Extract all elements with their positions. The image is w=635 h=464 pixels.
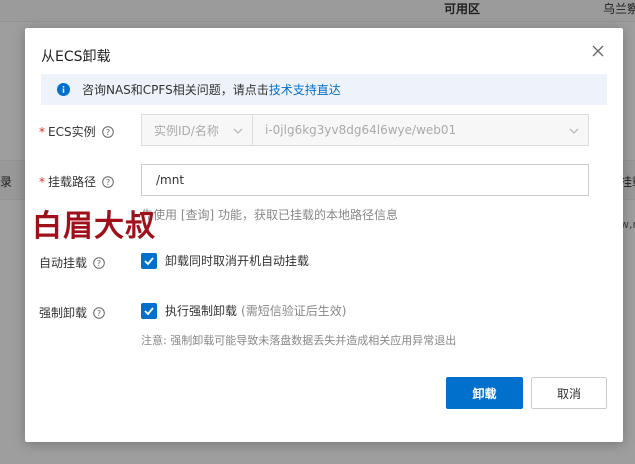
- check-icon: [144, 306, 154, 315]
- force-unmount-text: 执行强制卸载: [165, 304, 238, 318]
- mount-path-hint: 先使用 [查询] 功能，获取已挂载的本地路径信息: [141, 208, 398, 222]
- ecs-select-type[interactable]: 实例ID/名称: [141, 114, 253, 146]
- auto-unmount-option: 卸载同时取消开机自动挂载: [141, 252, 309, 269]
- svg-text:?: ?: [105, 128, 109, 137]
- force-unmount-note: (需短信验证后生效): [241, 304, 347, 318]
- help-icon[interactable]: ?: [93, 306, 105, 319]
- support-link[interactable]: 技术支持直达: [269, 81, 341, 98]
- notice-bar: 咨询NAS和CPFS相关问题，请点击 技术支持直达: [41, 74, 607, 105]
- check-icon: [144, 256, 154, 265]
- dialog-title: 从ECS卸载: [41, 49, 111, 65]
- force-unmount-checkbox[interactable]: [141, 302, 157, 319]
- watermark-text: 白眉大叔: [32, 209, 156, 244]
- force-unmount-option: 执行强制卸载 (需短信验证后生效): [141, 302, 346, 319]
- ecs-instance-label: * ECS实例 ?: [39, 123, 114, 140]
- auto-unmount-text: 卸载同时取消开机自动挂载: [165, 254, 310, 268]
- force-unmount-warning: 注意: 强制卸载可能导致未落盘数据丢失并造成相关应用异常退出: [141, 334, 457, 347]
- help-icon[interactable]: ?: [101, 125, 114, 138]
- ecs-instance-select[interactable]: i-0jlg6kg3yv8dg64l6wye/web01: [253, 114, 589, 146]
- auto-mount-label: 自动挂载 ?: [39, 254, 105, 271]
- force-unmount-label: 强制卸载 ?: [39, 304, 105, 321]
- mount-path-label: * 挂载路径 ?: [39, 173, 114, 190]
- cancel-button[interactable]: 取消: [531, 377, 607, 409]
- help-icon[interactable]: ?: [102, 175, 114, 188]
- close-icon[interactable]: [589, 42, 607, 60]
- auto-unmount-checkbox[interactable]: [141, 252, 157, 269]
- info-icon: [57, 83, 70, 96]
- unmount-button[interactable]: 卸载: [446, 377, 523, 409]
- mount-path-input[interactable]: [141, 164, 589, 196]
- chevron-down-icon: [233, 128, 243, 134]
- help-icon[interactable]: ?: [93, 256, 105, 269]
- notice-text: 咨询NAS和CPFS相关问题，请点击: [82, 83, 269, 97]
- svg-text:?: ?: [97, 309, 101, 318]
- svg-text:?: ?: [106, 178, 110, 187]
- svg-text:?: ?: [97, 259, 101, 268]
- chevron-down-icon: [569, 128, 579, 134]
